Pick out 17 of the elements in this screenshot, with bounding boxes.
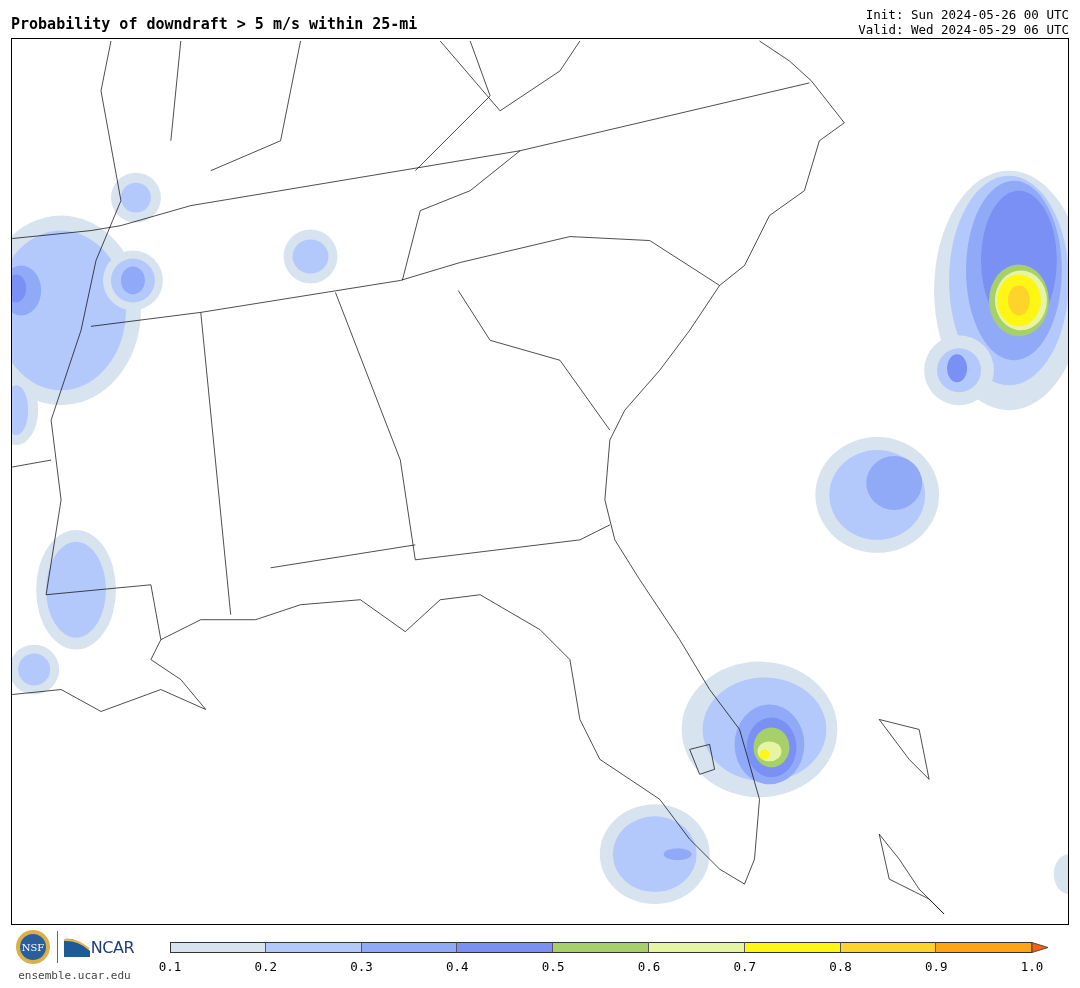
website-url: ensemble.ucar.edu: [18, 969, 131, 982]
ncar-logo-text: NCAR: [90, 938, 135, 957]
init-time: Init: Sun 2024-05-26 00 UTC: [865, 7, 1069, 22]
colorbar-tick-label: 0.6: [636, 959, 662, 974]
ncar-logo-icon: [63, 937, 90, 957]
colorbar-tick-label: 0.3: [349, 959, 374, 974]
nsf-logo: NSF: [14, 929, 51, 965]
colorbar-tick-label: 0.9: [924, 959, 949, 974]
colorbar-tick-label: 0.1: [157, 959, 183, 974]
colorbar-tick-label: 0.2: [253, 959, 278, 974]
colorbar-tick-label: 0.4: [445, 959, 470, 974]
colorbar-tick-label: 0.7: [732, 959, 757, 974]
colorbar-tick-label: 1.0: [1019, 959, 1045, 974]
chart-title: Probability of downdraft > 5 m/s within 25-mi: [11, 15, 418, 35]
colorbar-tick-label: 0.8: [828, 959, 853, 974]
colorbar-tick-label: 0.5: [540, 959, 566, 974]
valid-time: Valid: Wed 2024-05-29 06 UTC: [858, 22, 1069, 37]
